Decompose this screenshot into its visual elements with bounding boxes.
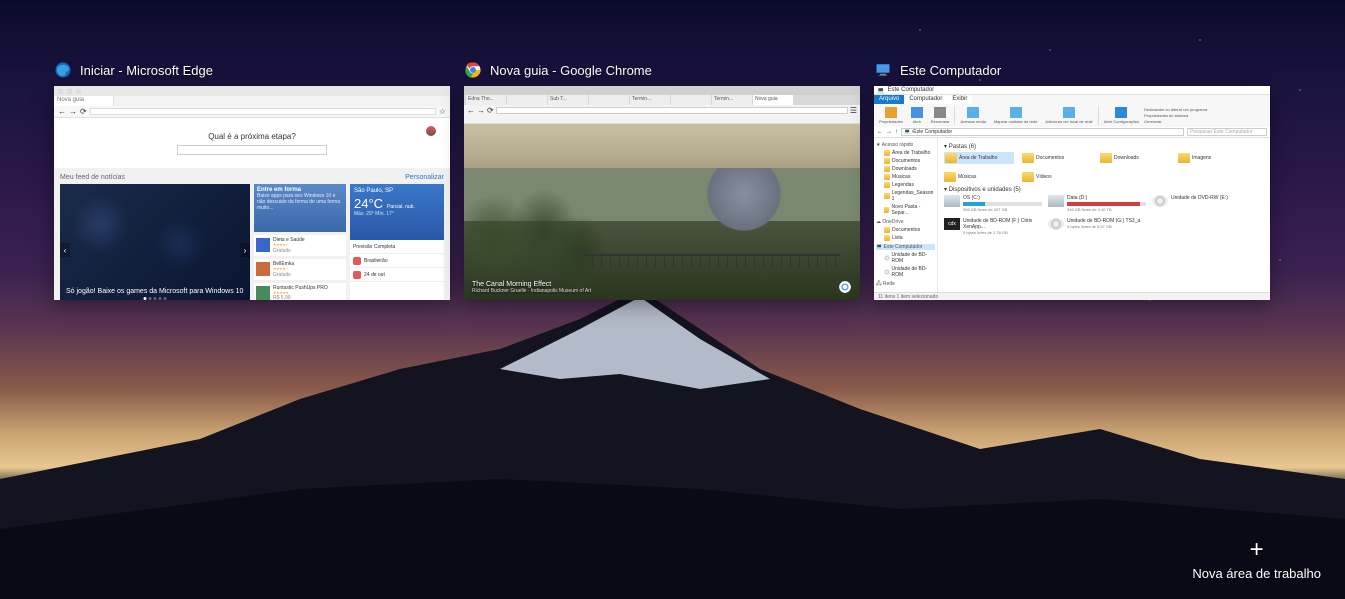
avatar	[426, 126, 436, 136]
new-desktop-button[interactable]: + Nova área de trabalho	[1192, 538, 1321, 581]
task-title: Iniciar - Microsoft Edge	[80, 63, 213, 78]
task-thumbnail-explorer[interactable]: 💻Este Computador Arquivo Computador Exib…	[874, 86, 1270, 300]
wallpaper-mountain	[0, 279, 1345, 599]
explorer-sidebar: ★ Acesso rápido Área de Trabalho Documen…	[874, 138, 938, 292]
task-header: Iniciar - Microsoft Edge	[54, 60, 450, 80]
new-desktop-label: Nova área de trabalho	[1192, 566, 1321, 581]
plus-icon: +	[1250, 538, 1264, 562]
edge-tab: Nova guia	[54, 96, 114, 106]
feed-heading: Meu feed de notícias	[60, 174, 125, 181]
task-card-chrome: Nova guia - Google Chrome Edna Tho... Su…	[464, 60, 860, 300]
google-arts-logo-icon	[838, 280, 852, 294]
task-view-container: Iniciar - Microsoft Edge Nova guia ←→⟳☆ …	[54, 60, 1291, 300]
task-thumbnail-chrome[interactable]: Edna Tho... Sub T... Termin... Termin...…	[464, 86, 860, 300]
personalize-link: Personalizar	[405, 174, 444, 181]
edge-search	[177, 145, 327, 155]
task-title: Este Computador	[900, 63, 1001, 78]
task-header: Nova guia - Google Chrome	[464, 60, 860, 80]
edge-prompt: Qual é a próxima etapa?	[208, 132, 296, 141]
feed-hero: ‹› Só jogão! Baixe os games da Microsoft…	[60, 184, 250, 300]
explorer-main: ▾ Pastas (6) Área de Trabalho Documentos…	[938, 138, 1270, 292]
task-thumbnail-edge[interactable]: Nova guia ←→⟳☆ Qual é a próxima etapa? M…	[54, 86, 450, 300]
task-header: Este Computador	[874, 60, 1270, 80]
task-card-explorer: Este Computador 💻Este Computador Arquivo…	[874, 60, 1270, 300]
task-title: Nova guia - Google Chrome	[490, 63, 652, 78]
edge-icon	[54, 61, 72, 79]
explorer-status-bar: 11 itens 1 item selecionado	[874, 292, 1270, 300]
chrome-art-caption: The Canal Morning Effect Richard Buckner…	[472, 281, 591, 294]
this-pc-icon	[874, 61, 892, 79]
task-card-edge: Iniciar - Microsoft Edge Nova guia ←→⟳☆ …	[54, 60, 450, 300]
chrome-icon	[464, 61, 482, 79]
